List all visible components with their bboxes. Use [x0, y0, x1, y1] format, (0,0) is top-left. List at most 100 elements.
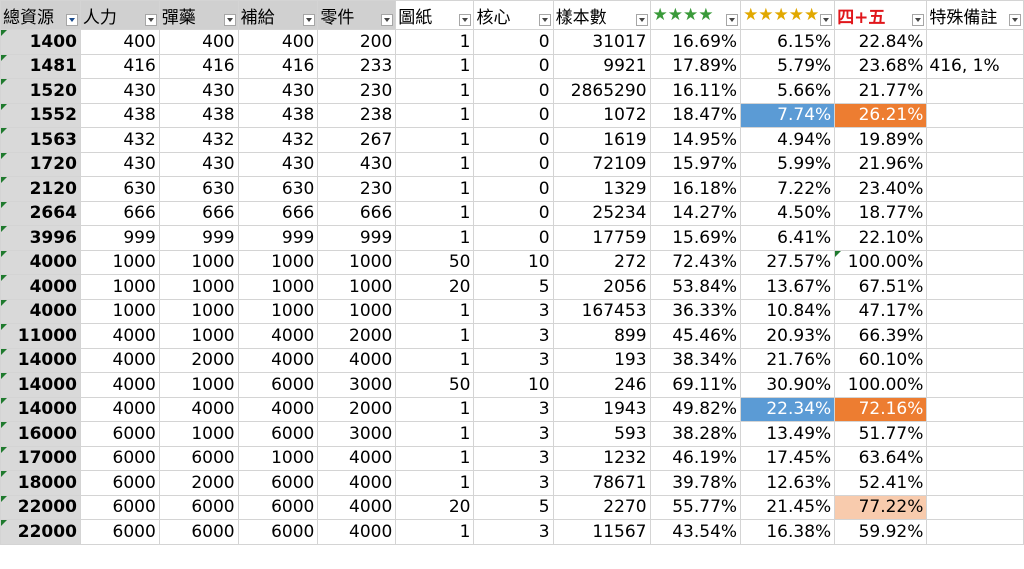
cell-col-manpower[interactable]: 416: [79, 53, 160, 79]
cell-col-total-resources[interactable]: 2664: [0, 200, 81, 226]
cell-col-sample-count[interactable]: 1329: [552, 176, 651, 202]
cell-col-five-star[interactable]: 4.94%: [740, 127, 836, 153]
cell-col-core[interactable]: 3: [473, 396, 554, 422]
cell-col-blueprint[interactable]: 1: [395, 470, 475, 496]
filter-dropdown-icon[interactable]: [303, 14, 316, 26]
cell-col-four-plus-five[interactable]: 77.22%: [834, 494, 928, 520]
cell-col-blueprint[interactable]: 1: [395, 176, 475, 202]
cell-col-sample-count[interactable]: 272: [552, 249, 651, 275]
cell-col-core[interactable]: 0: [473, 78, 554, 104]
cell-col-blueprint[interactable]: 1: [395, 445, 475, 471]
cell-col-special-notes[interactable]: [926, 102, 1024, 128]
cell-col-parts[interactable]: 4000: [317, 519, 397, 545]
cell-col-rations[interactable]: 400: [237, 29, 319, 55]
cell-col-four-plus-five[interactable]: 52.41%: [834, 470, 928, 496]
cell-col-sample-count[interactable]: 72109: [552, 151, 651, 177]
cell-col-parts[interactable]: 200: [317, 29, 397, 55]
cell-col-four-plus-five[interactable]: 72.16%: [834, 396, 928, 422]
cell-col-parts[interactable]: 3000: [317, 421, 397, 447]
cell-col-rations[interactable]: 6000: [237, 421, 319, 447]
cell-col-core[interactable]: 0: [473, 225, 554, 251]
cell-col-manpower[interactable]: 4000: [79, 347, 160, 373]
cell-col-parts[interactable]: 4000: [317, 494, 397, 520]
cell-col-rations[interactable]: 1000: [237, 445, 319, 471]
cell-col-four-star[interactable]: 38.34%: [649, 347, 742, 373]
cell-col-sample-count[interactable]: 2056: [552, 274, 651, 300]
cell-col-sample-count[interactable]: 2865290: [552, 78, 651, 104]
cell-col-four-plus-five[interactable]: 67.51%: [834, 274, 928, 300]
cell-col-special-notes[interactable]: 416, 1%: [926, 53, 1024, 79]
cell-col-core[interactable]: 0: [473, 200, 554, 226]
cell-col-five-star[interactable]: 30.90%: [740, 372, 836, 398]
cell-col-four-plus-five[interactable]: 19.89%: [834, 127, 928, 153]
cell-col-core[interactable]: 3: [473, 298, 554, 324]
cell-col-four-plus-five[interactable]: 100.00%: [834, 372, 928, 398]
cell-col-five-star[interactable]: 4.50%: [740, 200, 836, 226]
cell-col-ammo[interactable]: 1000: [158, 421, 239, 447]
cell-col-rations[interactable]: 4000: [237, 396, 319, 422]
cell-col-sample-count[interactable]: 78671: [552, 470, 651, 496]
cell-col-five-star[interactable]: 17.45%: [740, 445, 836, 471]
cell-col-rations[interactable]: 1000: [237, 274, 319, 300]
cell-col-ammo[interactable]: 430: [158, 151, 239, 177]
cell-col-total-resources[interactable]: 2120: [0, 176, 81, 202]
cell-col-sample-count[interactable]: 899: [552, 323, 651, 349]
cell-col-core[interactable]: 5: [473, 274, 554, 300]
cell-col-four-plus-five[interactable]: 59.92%: [834, 519, 928, 545]
cell-col-rations[interactable]: 416: [237, 53, 319, 79]
cell-col-blueprint[interactable]: 1: [395, 396, 475, 422]
cell-col-special-notes[interactable]: [926, 127, 1024, 153]
cell-col-blueprint[interactable]: 1: [395, 298, 475, 324]
cell-col-four-star[interactable]: 45.46%: [649, 323, 742, 349]
cell-col-manpower[interactable]: 4000: [79, 323, 160, 349]
cell-col-special-notes[interactable]: [926, 372, 1024, 398]
cell-col-sample-count[interactable]: 193: [552, 347, 651, 373]
cell-col-parts[interactable]: 1000: [317, 274, 397, 300]
cell-col-sample-count[interactable]: 593: [552, 421, 651, 447]
cell-col-special-notes[interactable]: [926, 470, 1024, 496]
cell-col-sample-count[interactable]: 1232: [552, 445, 651, 471]
cell-col-special-notes[interactable]: [926, 78, 1024, 104]
cell-col-manpower[interactable]: 4000: [79, 372, 160, 398]
cell-col-manpower[interactable]: 1000: [79, 274, 160, 300]
cell-col-four-star[interactable]: 53.84%: [649, 274, 742, 300]
cell-col-ammo[interactable]: 1000: [158, 298, 239, 324]
cell-col-rations[interactable]: 630: [237, 176, 319, 202]
cell-col-four-plus-five[interactable]: 66.39%: [834, 323, 928, 349]
cell-col-core[interactable]: 0: [473, 127, 554, 153]
cell-col-parts[interactable]: 2000: [317, 323, 397, 349]
header-col-four-star[interactable]: ★★★★: [649, 0, 742, 30]
cell-col-core[interactable]: 3: [473, 445, 554, 471]
cell-col-five-star[interactable]: 10.84%: [740, 298, 836, 324]
cell-col-special-notes[interactable]: [926, 347, 1024, 373]
header-col-ammo[interactable]: 彈藥: [158, 0, 239, 30]
cell-col-four-plus-five[interactable]: 63.64%: [834, 445, 928, 471]
cell-col-parts[interactable]: 1000: [317, 298, 397, 324]
cell-col-five-star[interactable]: 7.22%: [740, 176, 836, 202]
cell-col-five-star[interactable]: 5.79%: [740, 53, 836, 79]
cell-col-four-star[interactable]: 43.54%: [649, 519, 742, 545]
cell-col-parts[interactable]: 3000: [317, 372, 397, 398]
cell-col-ammo[interactable]: 999: [158, 225, 239, 251]
cell-col-total-resources[interactable]: 1400: [0, 29, 81, 55]
cell-col-parts[interactable]: 2000: [317, 396, 397, 422]
cell-col-core[interactable]: 5: [473, 494, 554, 520]
cell-col-sample-count[interactable]: 1619: [552, 127, 651, 153]
cell-col-parts[interactable]: 666: [317, 200, 397, 226]
cell-col-manpower[interactable]: 4000: [79, 396, 160, 422]
cell-col-four-star[interactable]: 36.33%: [649, 298, 742, 324]
cell-col-core[interactable]: 0: [473, 151, 554, 177]
cell-col-four-plus-five[interactable]: 21.96%: [834, 151, 928, 177]
cell-col-total-resources[interactable]: 16000: [0, 421, 81, 447]
cell-col-manpower[interactable]: 630: [79, 176, 160, 202]
cell-col-blueprint[interactable]: 1: [395, 29, 475, 55]
cell-col-rations[interactable]: 432: [237, 127, 319, 153]
cell-col-total-resources[interactable]: 11000: [0, 323, 81, 349]
cell-col-blueprint[interactable]: 1: [395, 151, 475, 177]
cell-col-four-plus-five[interactable]: 21.77%: [834, 78, 928, 104]
cell-col-parts[interactable]: 4000: [317, 347, 397, 373]
header-col-sample-count[interactable]: 樣本數: [552, 0, 651, 30]
cell-col-ammo[interactable]: 438: [158, 102, 239, 128]
cell-col-total-resources[interactable]: 14000: [0, 347, 81, 373]
cell-col-five-star[interactable]: 6.41%: [740, 225, 836, 251]
